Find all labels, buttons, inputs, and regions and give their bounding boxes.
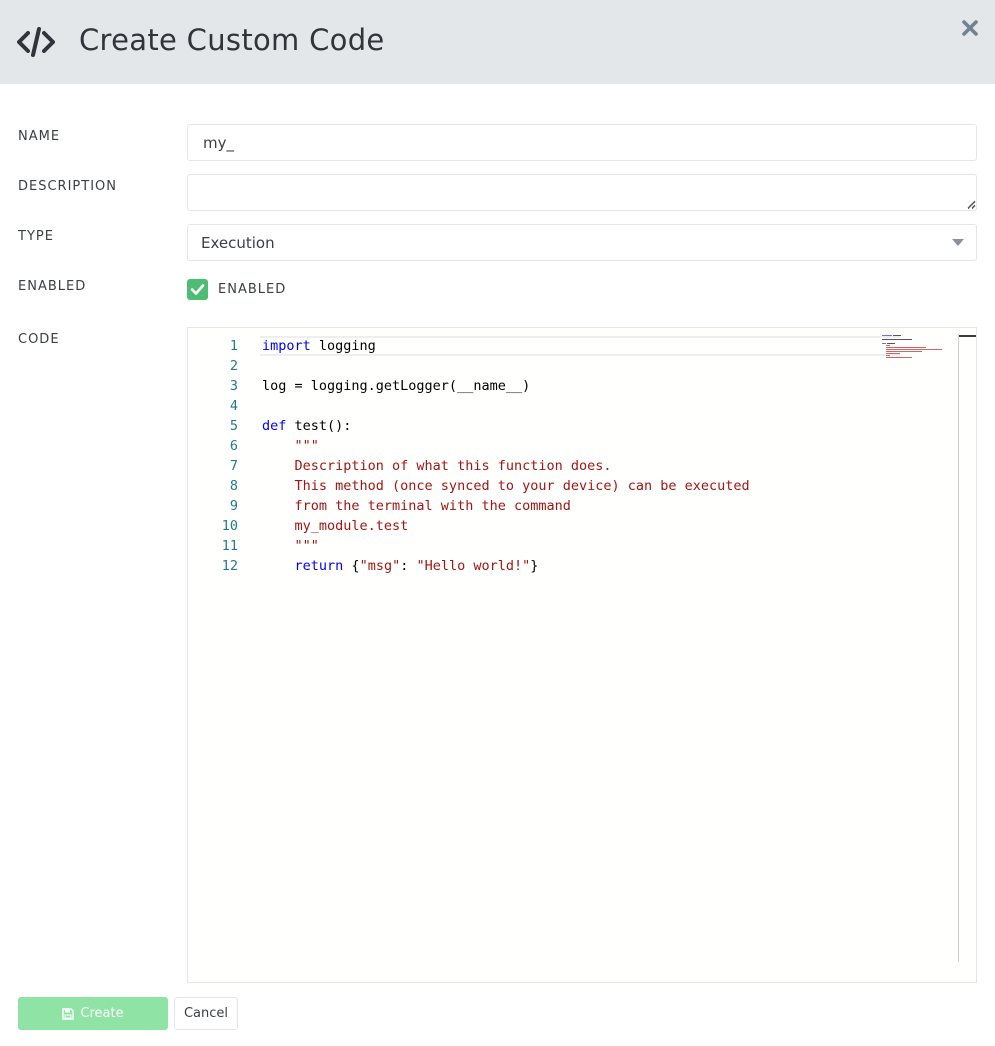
name-input[interactable] — [187, 124, 977, 161]
description-label: DESCRIPTION — [18, 179, 117, 194]
code-token: """ — [262, 538, 319, 554]
code-token: """ — [262, 438, 319, 454]
code-token: "Hello world!" — [416, 558, 531, 574]
modal-title: Create Custom Code — [79, 23, 385, 57]
code-line[interactable]: def test(): — [262, 416, 880, 436]
line-number: 3 — [229, 378, 238, 394]
resize-handle-icon[interactable] — [966, 199, 976, 209]
code-token: import — [262, 338, 311, 354]
code-token: } — [530, 558, 539, 574]
code-content[interactable]: import logging log = logging.getLogger(__… — [260, 336, 900, 576]
line-number: 1 — [229, 338, 238, 354]
code-line[interactable]: This method (once synced to your device)… — [262, 476, 880, 496]
editor-scrollbar[interactable] — [958, 334, 962, 962]
code-line[interactable]: return {"msg": "Hello world!"} — [262, 556, 880, 576]
checkmark-icon — [190, 284, 205, 295]
code-line[interactable]: Description of what this function does. — [262, 456, 880, 476]
enabled-label: ENABLED — [18, 279, 87, 294]
cancel-button[interactable]: Cancel — [174, 997, 238, 1030]
create-button-label: Create — [80, 1006, 124, 1021]
code-line[interactable] — [262, 396, 880, 416]
code-line[interactable]: """ — [262, 436, 880, 456]
code-label: CODE — [18, 332, 60, 347]
code-token: from the terminal with the command — [262, 498, 571, 514]
type-select-value: Execution — [201, 234, 275, 252]
code-line[interactable]: from the terminal with the command — [262, 496, 880, 516]
code-token: my_module.test — [262, 518, 409, 534]
caret-down-icon — [952, 239, 964, 246]
close-icon[interactable] — [958, 16, 982, 40]
name-label: NAME — [18, 129, 61, 144]
line-number: 12 — [221, 558, 238, 574]
code-line[interactable]: my_module.test — [262, 516, 880, 536]
code-line[interactable]: import logging — [260, 336, 900, 356]
type-select[interactable]: Execution — [187, 224, 977, 261]
code-editor[interactable]: 1 2 3 4 5 6 7 8 9 10 11 12 import logging log = logg… — [187, 327, 977, 983]
line-number: 5 — [229, 418, 238, 434]
create-button[interactable]: Create — [18, 997, 168, 1030]
code-line[interactable]: """ — [262, 536, 880, 556]
code-token: log = logging.getLogger(__name__) — [262, 378, 531, 394]
line-number-gutter: 1 2 3 4 5 6 7 8 9 10 11 12 — [188, 336, 238, 576]
code-token: def — [262, 418, 287, 434]
code-icon — [17, 27, 55, 57]
code-line[interactable]: log = logging.getLogger(__name__) — [262, 376, 880, 396]
line-number: 11 — [221, 538, 238, 554]
line-number: 10 — [221, 518, 238, 534]
enabled-checkbox[interactable] — [187, 279, 208, 300]
minimap[interactable] — [882, 334, 952, 374]
line-number: 6 — [229, 438, 238, 454]
code-token: logging — [310, 338, 376, 354]
code-line[interactable] — [262, 356, 880, 376]
description-textarea[interactable] — [187, 174, 977, 211]
line-number: 4 — [229, 398, 238, 414]
line-number: 9 — [229, 498, 238, 514]
code-token: "msg" — [359, 558, 401, 574]
code-token: Description of what this function does. — [262, 458, 612, 474]
type-label: TYPE — [18, 229, 54, 244]
code-token: This method (once synced to your device)… — [262, 478, 750, 494]
line-number: 7 — [229, 458, 238, 474]
code-token: return — [294, 558, 344, 574]
enabled-checkbox-label: ENABLED — [218, 282, 287, 297]
code-token: : — [400, 558, 417, 574]
code-token: { — [343, 558, 360, 574]
editor-scrollbar-thumb[interactable] — [959, 335, 976, 337]
code-token: test(): — [286, 418, 352, 434]
modal-header: Create Custom Code — [0, 0, 995, 84]
line-number: 2 — [229, 358, 238, 374]
line-number: 8 — [229, 478, 238, 494]
save-icon — [62, 1007, 75, 1020]
